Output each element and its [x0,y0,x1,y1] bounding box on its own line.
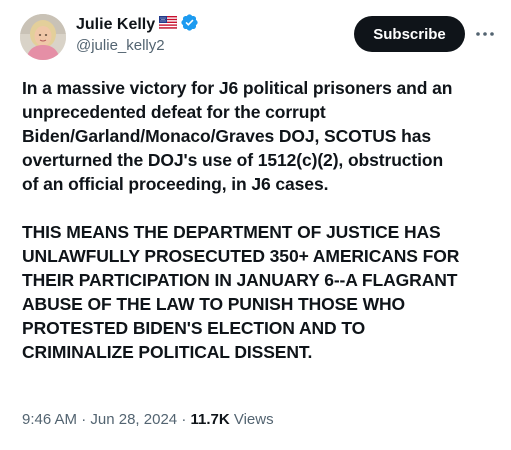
tweet-metadata: 9:46 AM · Jun 28, 2024 · 11.7K Views [22,411,274,428]
views-count[interactable]: 11.7K [190,411,229,428]
avatar[interactable] [20,14,66,60]
tweet-text: In a massive victory for J6 political pr… [22,76,498,364]
meta-separator: · [181,411,187,428]
more-horizontal-icon[interactable] [472,22,498,46]
author-info: Julie Kelly @julie_kelly2 [76,14,199,54]
verified-badge-icon[interactable] [180,13,199,37]
views-label: Views [233,411,274,428]
display-name-row: Julie Kelly [76,14,199,36]
tweet-time[interactable]: 9:46 AM [22,411,77,428]
tweet-header: Julie Kelly @julie_kelly2 Subscribe [20,12,500,60]
us-flag-icon [158,15,178,34]
meta-separator: · [81,411,87,428]
tweet-date[interactable]: Jun 28, 2024 [90,411,177,428]
subscribe-button[interactable]: Subscribe [354,16,465,52]
author-handle[interactable]: @julie_kelly2 [76,37,199,54]
display-name[interactable]: Julie Kelly [76,16,155,34]
tweet-paragraph-2: THIS MEANS THE DEPARTMENT OF JUSTICE HAS… [22,222,460,362]
tweet-card: Julie Kelly @julie_kelly2 Subscribe In a… [0,0,511,450]
avatar-image [20,14,66,60]
tweet-paragraph-1: In a massive victory for J6 political pr… [22,78,453,194]
